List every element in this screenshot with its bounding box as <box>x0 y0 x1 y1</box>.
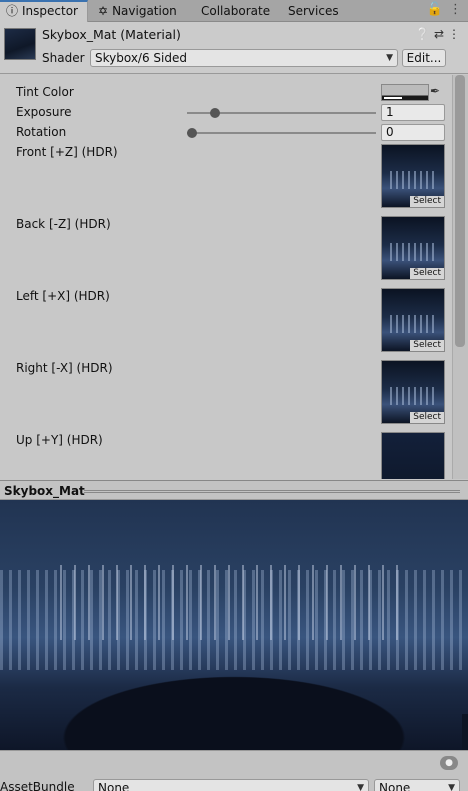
preview-city-towers <box>60 565 400 640</box>
preview-edge <box>462 714 468 750</box>
left-texture-slot[interactable]: Select <box>381 288 445 352</box>
tint-color-label: Tint Color <box>16 85 74 99</box>
material-header: Skybox_Mat (Material) ❔ ⇄ ⋮ Shader Skybox/… <box>0 22 468 74</box>
shader-value: Skybox/6 Sided <box>95 51 187 65</box>
tab-services-label: Services <box>288 4 339 18</box>
exposure-slider-handle[interactable] <box>210 108 220 118</box>
front-texture-slot[interactable]: Select <box>381 144 445 208</box>
select-button[interactable]: Select <box>410 412 444 423</box>
shader-label: Shader <box>42 51 85 65</box>
navigation-icon: ✡ <box>98 4 109 18</box>
assetbundle-bar: ● AssetBundle None ▼ None ▼ <box>0 750 468 791</box>
lock-icon[interactable]: 🔓 <box>427 2 443 17</box>
eyedropper-icon[interactable]: ✒ <box>430 84 440 98</box>
tab-collaborate[interactable]: Collaborate <box>201 0 270 22</box>
assetbundle-dropdown[interactable]: None ▼ <box>93 779 369 791</box>
back-texture-slot[interactable]: Select <box>381 216 445 280</box>
assetbundle-value: None <box>98 781 130 791</box>
select-button[interactable]: Select <box>410 196 444 207</box>
label-icon[interactable]: ● <box>440 756 458 770</box>
back-texture-label: Back [-Z] (HDR) <box>16 217 111 231</box>
tab-inspector[interactable]: ⓘ Inspector <box>0 0 88 22</box>
preset-icon[interactable]: ⇄ <box>434 27 444 41</box>
rotation-field[interactable]: 0 <box>381 124 445 141</box>
material-properties: Tint Color ✒ Exposure 1 Rotation 0 Front… <box>0 75 452 479</box>
up-texture-slot[interactable] <box>381 432 445 479</box>
chevron-down-icon: ▼ <box>386 53 393 63</box>
help-icon[interactable]: ❔ <box>415 27 430 41</box>
header-icons: ❔ ⇄ ⋮ <box>411 27 460 41</box>
front-texture-label: Front [+Z] (HDR) <box>16 145 118 159</box>
tab-navigation-label: Navigation <box>112 4 177 18</box>
right-texture-slot[interactable]: Select <box>381 360 445 424</box>
right-texture-label: Right [-X] (HDR) <box>16 361 113 375</box>
select-button[interactable]: Select <box>410 268 444 279</box>
menu-icon[interactable]: ⋮ <box>448 27 460 41</box>
preview-resize-handle[interactable] <box>84 490 460 493</box>
material-thumbnail <box>4 28 36 60</box>
rotation-label: Rotation <box>16 125 67 139</box>
preview-header: Skybox_Mat <box>0 480 468 500</box>
edit-shader-button[interactable]: Edit... <box>402 49 446 67</box>
up-texture-label: Up [+Y] (HDR) <box>16 433 103 447</box>
shader-dropdown[interactable]: Skybox/6 Sided ▼ <box>90 49 398 67</box>
tab-inspector-label: Inspector <box>22 4 78 18</box>
window-controls: 🔓 ⋮ <box>421 2 462 17</box>
inspector-scrollbar[interactable] <box>452 75 468 479</box>
material-title: Skybox_Mat (Material) <box>42 27 181 42</box>
tab-services[interactable]: Services <box>288 0 339 22</box>
exposure-label: Exposure <box>16 105 72 119</box>
assetbundle-variant-dropdown[interactable]: None ▼ <box>374 779 460 791</box>
more-icon[interactable]: ⋮ <box>449 2 462 17</box>
skybox-preview[interactable] <box>0 500 468 750</box>
chevron-down-icon: ▼ <box>448 783 455 791</box>
scrollbar-thumb[interactable] <box>455 75 465 347</box>
rotation-slider-handle[interactable] <box>187 128 197 138</box>
chevron-down-icon: ▼ <box>357 783 364 791</box>
preview-title: Skybox_Mat <box>4 484 85 498</box>
tab-navigation[interactable]: ✡ Navigation <box>98 0 177 22</box>
tab-bar: ⓘ Inspector ✡ Navigation Collaborate Servi… <box>0 0 468 22</box>
rotation-slider-track[interactable] <box>187 132 376 134</box>
exposure-field[interactable]: 1 <box>381 104 445 121</box>
info-icon: ⓘ <box>6 4 19 18</box>
select-button[interactable]: Select <box>410 340 444 351</box>
left-texture-label: Left [+X] (HDR) <box>16 289 110 303</box>
assetbundle-label: AssetBundle <box>0 780 75 791</box>
assetbundle-variant-value: None <box>379 781 411 791</box>
tab-collaborate-label: Collaborate <box>201 4 271 18</box>
tint-color-swatch[interactable] <box>381 84 429 101</box>
